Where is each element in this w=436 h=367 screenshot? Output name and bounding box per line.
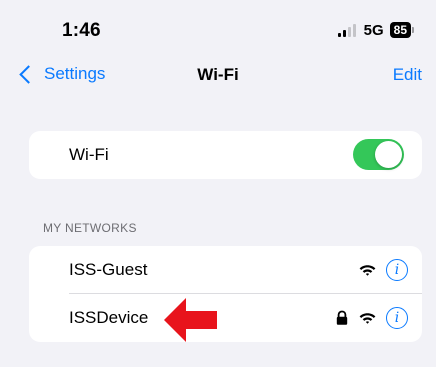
my-networks-list: ISS-Guest i ISSDevice i (29, 246, 422, 342)
network-type: 5G (363, 21, 384, 39)
wifi-toggle-label: Wi-Fi (69, 145, 109, 164)
my-networks-header: MY NETWORKS (43, 221, 137, 235)
lock-icon (336, 310, 348, 325)
network-name: ISS-Guest (69, 260, 148, 279)
navigation-bar: Settings Wi-Fi Edit (0, 60, 436, 94)
network-row-icons: i (359, 258, 408, 282)
wifi-toggle-switch[interactable] (353, 139, 404, 170)
wifi-toggle-row: Wi-Fi (29, 131, 422, 179)
status-indicators: 5G 85 (337, 21, 414, 39)
network-row-icons: i (335, 306, 408, 330)
battery-icon: 85 (389, 22, 414, 38)
battery-level: 85 (389, 22, 411, 38)
network-name: ISSDevice (69, 308, 149, 327)
network-row-issdevice[interactable]: ISSDevice i (29, 294, 422, 342)
toggle-knob (375, 141, 402, 168)
status-bar: 1:46 5G 85 (0, 0, 436, 60)
info-icon[interactable]: i (386, 259, 408, 281)
cellular-signal-icon (337, 23, 358, 37)
edit-button[interactable]: Edit (393, 65, 422, 85)
red-arrow-icon (164, 298, 217, 342)
wifi-icon (359, 264, 376, 276)
page-title: Wi-Fi (197, 65, 239, 84)
network-row-iss-guest[interactable]: ISS-Guest i (29, 246, 422, 294)
status-time: 1:46 (62, 20, 101, 41)
wifi-icon (359, 312, 376, 324)
info-icon[interactable]: i (386, 307, 408, 329)
